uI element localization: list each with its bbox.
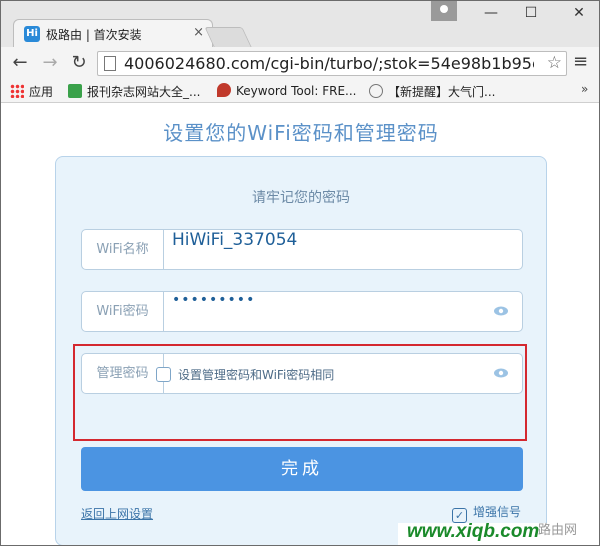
page-title: 设置您的WiFi密码和管理密码 — [163, 121, 439, 145]
tab-title: 极路由 | 首次安装 — [46, 28, 142, 42]
new-tab-button[interactable] — [204, 27, 252, 47]
watermark-tag: 路由网 — [538, 523, 578, 538]
minimize-button[interactable]: — — [471, 5, 511, 21]
url-text[interactable]: 4006024680.com/cgi-bin/turbo/;stok=54e98… — [124, 54, 534, 73]
wifi-name-label: WiFi名称 — [82, 230, 164, 269]
forward-button[interactable]: → — [39, 52, 61, 74]
bookmark-label: Keyword Tool: FRE... — [236, 84, 357, 98]
watermark-site: www.xiqb.com — [407, 521, 540, 542]
bookmark-c-icon — [68, 84, 82, 98]
bookmarks-bar: 应用 报刊杂志网站大全_... Keyword Tool: FRE... 【新提… — [1, 79, 599, 103]
wifi-password-field[interactable]: WiFi密码 ••••••••• — [81, 291, 523, 332]
browser-tab[interactable]: Hi 极路由 | 首次安装 × — [13, 19, 213, 47]
back-button[interactable]: ← — [9, 52, 31, 74]
browser-toolbar: ← → ↻ 4006024680.com/cgi-bin/turbo/;stok… — [1, 47, 599, 79]
apps-grid-icon — [10, 84, 24, 98]
boost-signal-toggle[interactable]: ✓ 增强信号 — [451, 503, 521, 523]
done-button[interactable]: 完成 — [81, 447, 523, 491]
show-password-eye-icon[interactable] — [494, 306, 508, 316]
wordpress-icon — [369, 84, 383, 98]
menu-icon[interactable]: ≡ — [573, 51, 588, 72]
tab-strip: Hi 极路由 | 首次安装 × — ☐ ✕ — [1, 1, 599, 47]
back-to-internet-settings-link[interactable]: 返回上网设置 — [81, 505, 153, 522]
keyword-tool-icon — [217, 83, 231, 97]
bookmarks-more-icon[interactable]: » — [581, 82, 588, 96]
reload-button[interactable]: ↻ — [68, 52, 90, 74]
page-content: 设置您的WiFi密码和管理密码 请牢记您的密码 WiFi名称 HiWiFi_33… — [1, 104, 599, 545]
browser-window: Hi 极路由 | 首次安装 × — ☐ ✕ ← → ↻ 4006024680.c… — [0, 0, 600, 546]
wifi-name-input[interactable]: HiWiFi_337054 — [172, 230, 297, 269]
page-icon — [104, 56, 116, 71]
bookmark-label: 应用 — [29, 85, 54, 99]
bookmark-periodicals[interactable]: 报刊杂志网站大全_... — [68, 83, 200, 100]
bookmark-keyword-tool[interactable]: Keyword Tool: FRE... — [217, 83, 357, 98]
boost-signal-label: 增强信号 — [472, 505, 521, 519]
bookmark-reminder[interactable]: 【新提醒】大气门... — [369, 83, 495, 100]
hiwifi-favicon-icon: Hi — [24, 26, 40, 42]
annotation-highlight-box — [73, 344, 527, 441]
bookmark-label: 【新提醒】大气门... — [388, 85, 496, 99]
address-bar[interactable]: 4006024680.com/cgi-bin/turbo/;stok=54e98… — [97, 51, 567, 76]
maximize-button[interactable]: ☐ — [511, 5, 551, 21]
wifi-password-input[interactable]: ••••••••• — [172, 292, 255, 331]
wifi-name-field[interactable]: WiFi名称 HiWiFi_337054 — [81, 229, 523, 270]
bookmark-label: 报刊杂志网站大全_... — [87, 85, 201, 99]
panel-subtitle: 请牢记您的密码 — [252, 190, 350, 206]
close-window-button[interactable]: ✕ — [559, 5, 599, 21]
star-icon[interactable]: ☆ — [547, 53, 562, 73]
profile-icon[interactable] — [431, 1, 457, 21]
bookmark-apps[interactable]: 应用 — [10, 83, 53, 100]
wifi-password-label: WiFi密码 — [82, 292, 164, 331]
tab-close-icon[interactable]: × — [193, 25, 204, 40]
